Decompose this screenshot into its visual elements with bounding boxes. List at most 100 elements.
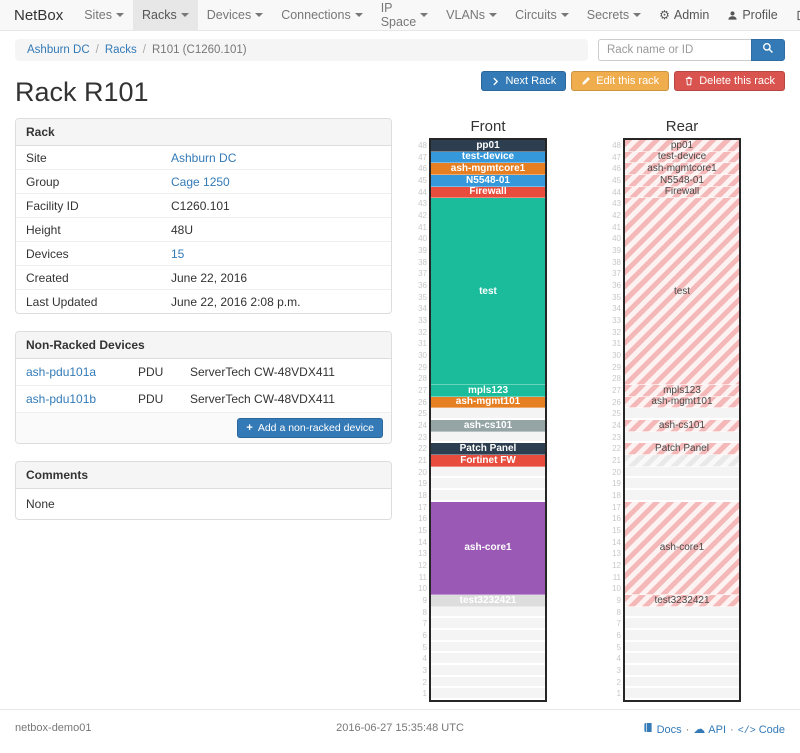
nav-item-label: Secrets <box>587 8 629 22</box>
unit-number: 46 <box>606 163 621 175</box>
empty-unit <box>431 630 545 642</box>
empty-unit <box>625 467 739 479</box>
next-rack-button[interactable]: Next Rack <box>481 71 566 91</box>
nav-item-circuits[interactable]: Circuits <box>506 0 578 30</box>
unit-number: 35 <box>606 292 621 304</box>
footer-link-separator: · <box>730 724 734 736</box>
non-racked-panel-title: Non-Racked Devices <box>16 332 391 359</box>
attr-value-last-updated: June 22, 2016 2:08 p.m. <box>171 295 381 309</box>
front-device-patch-panel[interactable]: Patch Panel <box>431 443 545 455</box>
attr-label: Last Updated <box>26 295 171 309</box>
unit-number: 24 <box>606 420 621 432</box>
unit-number: 48 <box>412 140 427 152</box>
attr-label: Created <box>26 271 171 285</box>
footer-link-api[interactable]: ☁API <box>693 724 726 736</box>
front-device-mpls123[interactable]: mpls123 <box>431 385 545 397</box>
footer-link-docs[interactable]: Docs <box>643 724 682 736</box>
unit-number: 47 <box>606 152 621 164</box>
nav-item-ip-space[interactable]: IP Space <box>372 0 437 30</box>
toolbar-row: Ashburn DC/Racks/R101 (C1260.101) <box>15 39 785 61</box>
rear-device-fortinet-fw[interactable] <box>625 455 739 467</box>
front-device-test3232421[interactable]: test3232421 <box>431 595 545 607</box>
unit-number: 38 <box>412 257 427 269</box>
device-link-ash-pdu101b[interactable]: ash-pdu101b <box>26 392 138 406</box>
nav-item-log-out[interactable]: Log out <box>787 0 800 30</box>
front-device-test[interactable]: test <box>431 198 545 385</box>
unit-number: 2 <box>606 677 621 689</box>
unit-number: 46 <box>412 163 427 175</box>
rack-attr-row: SiteAshburn DC <box>16 146 391 169</box>
nav-item-devices[interactable]: Devices <box>198 0 272 30</box>
breadcrumb-item-ashburn-dc[interactable]: Ashburn DC <box>27 44 90 56</box>
nav-item-sites[interactable]: Sites <box>75 0 133 30</box>
rear-device-ash-core1[interactable]: ash-core1 <box>625 502 739 595</box>
rear-device-mpls123[interactable]: mpls123 <box>625 385 739 397</box>
attr-value-group[interactable]: Cage 1250 <box>171 175 381 189</box>
front-device-ash-cs101[interactable]: ash-cs101 <box>431 420 545 432</box>
edit-rack-button[interactable]: Edit this rack <box>571 71 669 91</box>
pencil-icon <box>581 76 591 86</box>
nav-item-profile[interactable]: Profile <box>718 0 786 30</box>
unit-number: 36 <box>412 280 427 292</box>
unit-number: 43 <box>412 198 427 210</box>
unit-number: 23 <box>412 432 427 444</box>
delete-rack-button[interactable]: Delete this rack <box>674 71 785 91</box>
rear-elevation-title: Rear <box>606 118 741 136</box>
rear-device-n5548-01[interactable]: N5548-01 <box>625 175 739 187</box>
nav-item-connections[interactable]: Connections <box>272 0 372 30</box>
nav-item-label: Sites <box>84 8 112 22</box>
device-type: PDU <box>138 365 190 379</box>
rear-device-ash-cs101[interactable]: ash-cs101 <box>625 420 739 432</box>
device-type: PDU <box>138 392 190 406</box>
rack-search-input[interactable] <box>598 39 751 61</box>
rack-attr-row: CreatedJune 22, 2016 <box>16 265 391 289</box>
front-elevation: Front 4847464544434241403938373635343332… <box>412 118 547 702</box>
nav-item-racks[interactable]: Racks <box>133 0 198 30</box>
unit-number: 35 <box>412 292 427 304</box>
front-device-ash-core1[interactable]: ash-core1 <box>431 502 545 595</box>
rear-device-test[interactable]: test <box>625 198 739 385</box>
search-button[interactable] <box>751 39 785 61</box>
unit-number: 5 <box>606 642 621 654</box>
empty-unit <box>431 432 545 444</box>
empty-unit <box>431 478 545 490</box>
rack-attr-row: Devices15 <box>16 241 391 265</box>
rear-device-ash-mgmt101[interactable]: ash-mgmt101 <box>625 397 739 409</box>
nav-item-vlans[interactable]: VLANs <box>437 0 506 30</box>
attr-value-devices[interactable]: 15 <box>171 247 381 261</box>
rear-device-firewall[interactable]: Firewall <box>625 187 739 199</box>
unit-number: 34 <box>606 303 621 315</box>
unit-number: 18 <box>412 490 427 502</box>
nav-item-admin[interactable]: ⚙Admin <box>650 0 718 30</box>
rear-device-test-device[interactable]: test-device <box>625 152 739 164</box>
rear-device-pp01[interactable]: pp01 <box>625 140 739 152</box>
empty-unit <box>625 408 739 420</box>
footer-link-code[interactable]: </>Code <box>738 724 785 736</box>
empty-unit <box>431 665 545 677</box>
front-device-ash-mgmtcore1[interactable]: ash-mgmtcore1 <box>431 163 545 175</box>
unit-number: 32 <box>412 327 427 339</box>
device-link-ash-pdu101a[interactable]: ash-pdu101a <box>26 365 138 379</box>
unit-number: 12 <box>606 560 621 572</box>
empty-unit <box>431 490 545 502</box>
rear-device-test3232421[interactable]: test3232421 <box>625 595 739 607</box>
breadcrumb-item-racks[interactable]: Racks <box>105 44 137 56</box>
nav-item-label: Circuits <box>515 8 557 22</box>
nav-item-secrets[interactable]: Secrets <box>578 0 650 30</box>
front-device-firewall[interactable]: Firewall <box>431 187 545 199</box>
front-device-ash-mgmt101[interactable]: ash-mgmt101 <box>431 397 545 409</box>
rear-device-ash-mgmtcore1[interactable]: ash-mgmtcore1 <box>625 163 739 175</box>
front-device-n5548-01[interactable]: N5548-01 <box>431 175 545 187</box>
front-device-fortinet-fw[interactable]: Fortinet FW <box>431 455 545 467</box>
unit-number: 23 <box>606 432 621 444</box>
add-non-racked-device-button[interactable]: + Add a non-racked device <box>237 418 383 438</box>
rack-attr-row: Height48U <box>16 217 391 241</box>
rear-device-patch-panel[interactable]: Patch Panel <box>625 443 739 455</box>
attr-value-site[interactable]: Ashburn DC <box>171 151 381 165</box>
unit-number: 10 <box>412 584 427 596</box>
app-brand[interactable]: NetBox <box>14 0 75 30</box>
footer: netbox-demo01 2016-06-27 15:35:48 UTC Do… <box>0 709 800 753</box>
front-device-test-device[interactable]: test-device <box>431 152 545 164</box>
front-device-pp01[interactable]: pp01 <box>431 140 545 152</box>
attr-label: Height <box>26 223 171 237</box>
